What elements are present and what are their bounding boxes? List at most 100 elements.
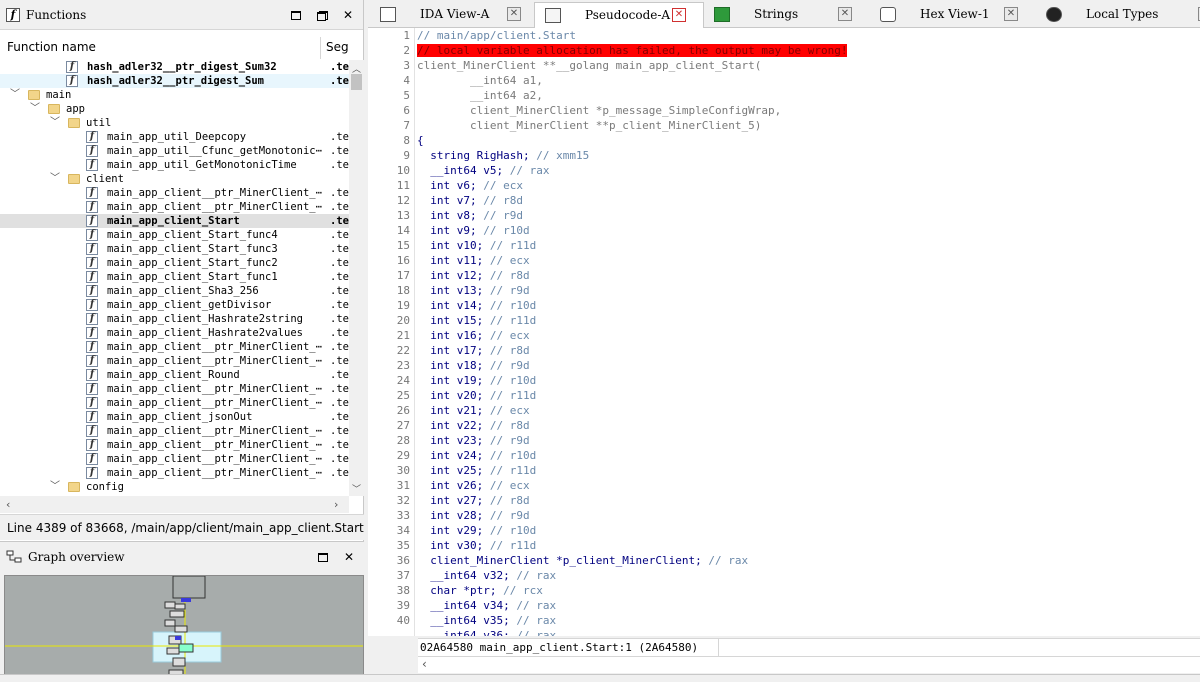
tree-folder-row[interactable]: ﹀ util — [0, 116, 350, 130]
graph-close-button[interactable]: ✕ — [342, 550, 356, 564]
pseudocode-horizontal-scrollbar[interactable]: ‹ — [418, 656, 1200, 673]
restore-button[interactable] — [315, 8, 329, 22]
code-line[interactable]: int v19; // r10d — [417, 374, 536, 387]
functions-horizontal-scrollbar[interactable]: ‹ › — [0, 496, 349, 513]
tree-folder-row[interactable]: ﹀ config — [0, 480, 350, 494]
code-line[interactable]: int v17; // r8d — [417, 344, 529, 357]
code-line[interactable]: int v28; // r9d — [417, 509, 529, 522]
function-row[interactable]: f main_app_client__ptr_MinerClient_⋯ .tex — [0, 340, 350, 354]
functions-vertical-scrollbar[interactable]: ︿ ﹀ — [349, 60, 364, 496]
column-function-name[interactable]: Function name — [7, 40, 96, 54]
code-line[interactable]: __int64 v36; // rax — [417, 629, 556, 636]
function-row[interactable]: f main_app_util__Cfunc_getMonotonic⋯ .tex — [0, 144, 350, 158]
function-row[interactable]: f main_app_client__ptr_MinerClient_⋯ .tex — [0, 466, 350, 480]
function-row[interactable]: f main_app_client_Hashrate2values .tex — [0, 326, 350, 340]
code-line[interactable]: __int64 v35; // rax — [417, 614, 556, 627]
scroll-down-icon[interactable]: ﹀ — [352, 482, 361, 495]
function-row[interactable]: f main_app_client_Start_func1 .tex — [0, 270, 350, 284]
code-line[interactable]: int v20; // r11d — [417, 389, 536, 402]
code-line[interactable]: int v29; // r10d — [417, 524, 536, 537]
code-line[interactable]: client_MinerClient *p_client_MinerClient… — [417, 554, 748, 567]
scroll-right-icon[interactable]: › — [334, 498, 338, 511]
code-line[interactable]: __int64 a1, — [417, 74, 543, 87]
code-line[interactable]: int v11; // ecx — [417, 254, 529, 267]
code-line[interactable]: // local variable allocation has failed,… — [417, 44, 848, 57]
code-line[interactable]: int v18; // r9d — [417, 359, 529, 372]
code-line[interactable]: client_MinerClient *p_message_SimpleConf… — [417, 104, 781, 117]
code-line[interactable]: __int64 v5; // rax — [417, 164, 549, 177]
code-line[interactable]: __int64 v32; // rax — [417, 569, 556, 582]
function-row[interactable]: f main_app_client_Start_func2 .tex — [0, 256, 350, 270]
code-line[interactable]: { — [417, 134, 424, 147]
function-row[interactable]: f main_app_client__ptr_MinerClient_⋯ .tex — [0, 424, 350, 438]
function-row[interactable]: f main_app_client_Start .te — [0, 214, 350, 228]
tree-folder-row[interactable]: ﹀ main — [0, 88, 350, 102]
code-line[interactable]: int v30; // r11d — [417, 539, 536, 552]
code-line[interactable]: int v14; // r10d — [417, 299, 536, 312]
tab-strings[interactable]: Strings ✕ — [704, 2, 870, 28]
function-row[interactable]: f main_app_client_Start_func4 .tex — [0, 228, 350, 242]
function-row[interactable]: f main_app_util_Deepcopy .tex — [0, 130, 350, 144]
code-line[interactable]: int v21; // ecx — [417, 404, 529, 417]
function-row[interactable]: f main_app_client__ptr_MinerClient_⋯ .tex — [0, 452, 350, 466]
code-line[interactable]: int v16; // ecx — [417, 329, 529, 342]
function-row[interactable]: f main_app_client__ptr_MinerClient_⋯ .tex — [0, 354, 350, 368]
tab-local-types[interactable]: Local Types✕ — [1036, 2, 1200, 28]
chevron-down-icon[interactable]: ﹀ — [30, 102, 40, 116]
code-line[interactable]: int v12; // r8d — [417, 269, 529, 282]
scroll-left-icon[interactable]: ‹ — [6, 498, 10, 511]
tab-ida-view-a[interactable]: IDA View-A ✕ — [370, 2, 534, 28]
code-line[interactable]: int v6; // ecx — [417, 179, 523, 192]
chevron-down-icon[interactable]: ﹀ — [50, 116, 60, 130]
scroll-left-icon[interactable]: ‹ — [422, 657, 427, 671]
function-row[interactable]: f main_app_client_Sha3_256 .tex — [0, 284, 350, 298]
code-line[interactable]: int v25; // r11d — [417, 464, 536, 477]
code-line[interactable]: __int64 a2, — [417, 89, 543, 102]
code-line[interactable]: string RigHash; // xmm15 — [417, 149, 589, 162]
tab-hex-view-1[interactable]: Hex View-1 ✕ — [870, 2, 1036, 28]
function-row[interactable]: f main_app_util_GetMonotonicTime .tex — [0, 158, 350, 172]
code-line[interactable]: char *ptr; // rcx — [417, 584, 543, 597]
function-row[interactable]: f main_app_client_Hashrate2string .tex — [0, 312, 350, 326]
tab-close-icon[interactable]: ✕ — [838, 7, 852, 21]
maximize-button[interactable] — [289, 8, 303, 22]
code-line[interactable]: int v15; // r11d — [417, 314, 536, 327]
code-line[interactable]: int v7; // r8d — [417, 194, 523, 207]
tab-close-icon[interactable]: ✕ — [507, 7, 521, 21]
code-line[interactable]: int v27; // r8d — [417, 494, 529, 507]
tree-folder-row[interactable]: ﹀ app — [0, 102, 350, 116]
function-row[interactable]: f main_app_client__ptr_MinerClient_⋯ .tex — [0, 382, 350, 396]
tab-close-icon[interactable]: ✕ — [1004, 7, 1018, 21]
code-line[interactable]: // main/app/client.Start — [417, 29, 576, 42]
close-button[interactable]: ✕ — [341, 8, 355, 22]
pseudocode-view[interactable]: 1 // main/app/client.Start 2 // local varia… — [368, 28, 1200, 636]
function-row[interactable]: f main_app_client__ptr_MinerClient_⋯ .tex — [0, 186, 350, 200]
tab-close-icon[interactable]: ✕ — [672, 8, 686, 22]
graph-maximize-button[interactable] — [316, 550, 330, 564]
function-row[interactable]: f main_app_client_Start_func3 .tex — [0, 242, 350, 256]
function-row[interactable]: f main_app_client_Round .tex — [0, 368, 350, 382]
scroll-thumb[interactable] — [351, 74, 362, 90]
column-segment[interactable]: Seg — [326, 40, 349, 54]
function-row[interactable]: f main_app_client__ptr_MinerClient_⋯ .tex — [0, 396, 350, 410]
function-row[interactable]: f hash_adler32__ptr_digest_Sum32 .te — [0, 60, 350, 74]
graph-overview-canvas[interactable] — [4, 575, 364, 678]
function-row[interactable]: f hash_adler32__ptr_digest_Sum .te — [0, 74, 350, 88]
chevron-down-icon[interactable]: ﹀ — [50, 172, 60, 186]
code-line[interactable]: int v10; // r11d — [417, 239, 536, 252]
function-row[interactable]: f main_app_client_jsonOut .tex — [0, 410, 350, 424]
chevron-down-icon[interactable]: ﹀ — [10, 88, 20, 102]
code-line[interactable]: int v9; // r10d — [417, 224, 529, 237]
code-line[interactable]: int v8; // r9d — [417, 209, 523, 222]
code-line[interactable]: int v24; // r10d — [417, 449, 536, 462]
code-line[interactable]: __int64 v34; // rax — [417, 599, 556, 612]
code-line[interactable]: int v13; // r9d — [417, 284, 529, 297]
chevron-down-icon[interactable]: ﹀ — [50, 480, 60, 494]
function-row[interactable]: f main_app_client__ptr_MinerClient_⋯ .tex — [0, 200, 350, 214]
code-line[interactable]: client_MinerClient **p_client_MinerClien… — [417, 119, 761, 132]
tab-pseudocode-a[interactable]: Pseudocode-A ✕ — [534, 2, 704, 29]
function-row[interactable]: f main_app_client__ptr_MinerClient_⋯ .tex — [0, 438, 350, 452]
code-line[interactable]: client_MinerClient **__golang main_app_c… — [417, 59, 761, 72]
code-line[interactable]: int v23; // r9d — [417, 434, 529, 447]
tree-folder-row[interactable]: ﹀ client — [0, 172, 350, 186]
